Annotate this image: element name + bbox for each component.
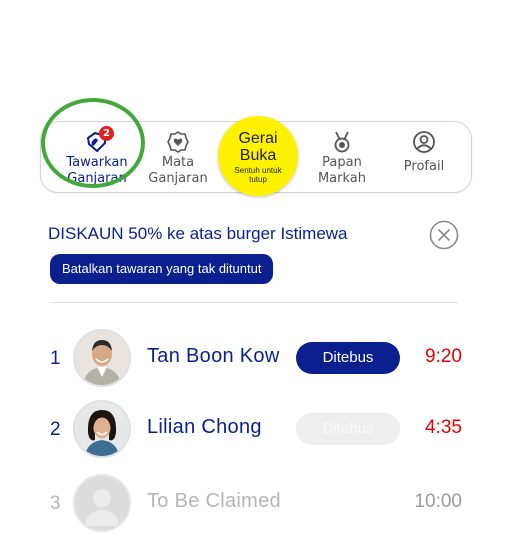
user-icon (413, 131, 435, 153)
avatar-photo (75, 402, 129, 456)
claimer-name: Tan Boon Kow (147, 345, 280, 367)
claimer-name: To Be Claimed (147, 490, 281, 512)
tab-profile[interactable]: Profail (391, 122, 457, 192)
offer-title: DISKAUN 50% ke atas burger Istimewa (48, 224, 348, 243)
medal-icon (334, 131, 350, 153)
redeem-button[interactable]: Ditebus (296, 413, 400, 445)
avatar (73, 400, 131, 458)
claim-row: 2 Lilian Chong Ditebus 4:35 (0, 400, 514, 460)
redeem-button[interactable]: Ditebus (296, 342, 400, 374)
claim-rank: 3 (50, 493, 61, 514)
countdown-time: 10:00 (414, 491, 462, 512)
avatar (73, 329, 131, 387)
tab-leaderboard-label-2: Markah (317, 171, 367, 186)
tab-reward-points-label-2: Ganjaran (148, 171, 208, 186)
tab-reward-points[interactable]: Mata Ganjaran (145, 122, 211, 192)
close-icon[interactable] (429, 220, 459, 250)
avatar (73, 474, 131, 532)
heart-badge-icon (167, 131, 189, 153)
tab-leaderboard[interactable]: Papan Markah (309, 122, 375, 192)
claimer-name: Lilian Chong (147, 416, 262, 438)
highlight-ring (41, 98, 145, 188)
countdown-time: 4:35 (425, 417, 462, 438)
countdown-time: 9:20 (425, 346, 462, 367)
store-toggle-button[interactable]: Gerai Buka Sentuh untuk tutup (218, 116, 298, 196)
tab-reward-points-label-1: Mata (161, 155, 195, 170)
avatar-placeholder-icon (75, 476, 129, 530)
claim-rank: 1 (50, 348, 61, 369)
tab-profile-label: Profail (403, 159, 445, 174)
avatar-photo (75, 331, 129, 385)
divider (50, 302, 458, 303)
claim-rank: 2 (50, 419, 61, 440)
tab-leaderboard-label-1: Papan (322, 155, 362, 170)
store-title-2: Buka (239, 147, 277, 164)
claim-row: 1 Tan Boon Kow Ditebus 9:20 (0, 329, 514, 389)
cancel-unclaimed-offers-button[interactable]: Batalkan tawaran yang tak dituntut (50, 254, 274, 284)
store-subtitle-2: tutup (249, 175, 267, 184)
store-subtitle-1: Sentuh untuk (234, 166, 282, 175)
claim-row: 3 To Be Claimed 10:00 (0, 474, 514, 534)
store-title-1: Gerai (238, 130, 278, 147)
